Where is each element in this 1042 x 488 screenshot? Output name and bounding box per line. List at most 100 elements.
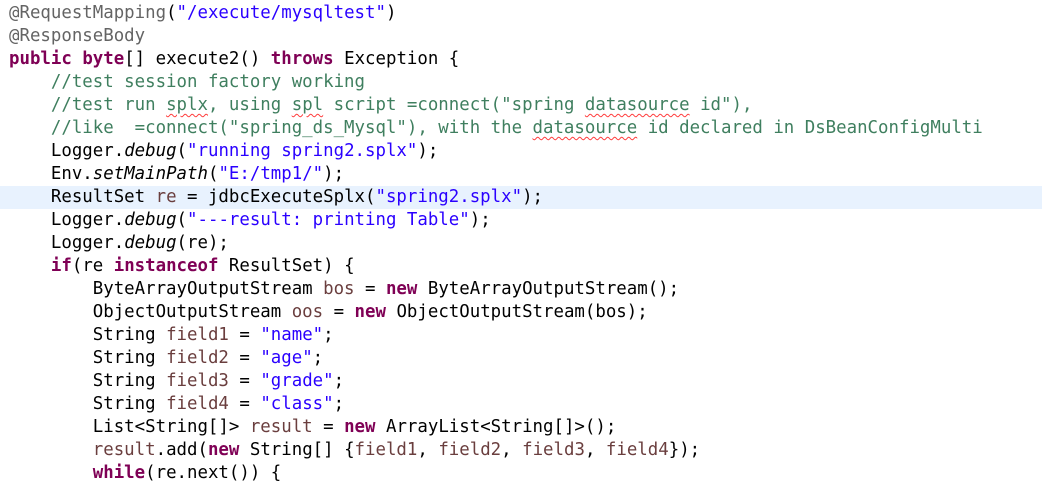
code-token-keyword: byte [82, 49, 125, 69]
code-token-annotation: @ResponseBody [9, 26, 146, 46]
code-token-string: "grade" [260, 371, 334, 391]
code-token-keyword: public [9, 49, 72, 69]
code-token-plain: ); [522, 187, 544, 207]
code-token-plain: List<String[]> [92, 417, 250, 437]
code-token-local: field4 [605, 440, 669, 460]
code-token-plain: Exception { [333, 49, 460, 69]
code-token-plain: (re); [176, 233, 229, 253]
code-line[interactable]: @RequestMapping("/execute/mysqltest") [0, 2, 1042, 25]
code-token-plain: ByteArrayOutputStream [92, 279, 324, 299]
code-token-static: debug [124, 210, 177, 230]
code-token-plain: = [228, 394, 261, 414]
code-token-comment: id"), [689, 95, 753, 115]
code-token-string: "spring2.splx" [375, 187, 523, 207]
code-line[interactable]: Env.setMainPath("E:/tmp1/"); [0, 163, 1042, 186]
code-token-keyword: new [385, 279, 418, 299]
code-line[interactable]: public byte[] execute2() throws Exceptio… [0, 48, 1042, 71]
code-line[interactable]: //like =connect("spring_ds_Mysql"), with… [0, 117, 1042, 140]
code-line[interactable]: String field2 = "age"; [0, 347, 1042, 370]
code-line[interactable]: Logger.debug(re); [0, 232, 1042, 255]
code-token-comment: id declared in DsBeanConfigMulti [637, 118, 983, 138]
code-line[interactable]: Logger.debug("running spring2.splx"); [0, 140, 1042, 163]
code-token-string: "---result: printing Table" [187, 210, 470, 230]
code-token-plain: ArrayList<String[]>(); [375, 417, 617, 437]
code-token-plain: = [228, 348, 261, 368]
code-token-plain: String [92, 325, 167, 345]
code-line[interactable]: String field3 = "grade"; [0, 370, 1042, 393]
code-line[interactable]: ByteArrayOutputStream bos = new ByteArra… [0, 278, 1042, 301]
code-token-comment: //test session factory working [50, 72, 365, 92]
code-line[interactable]: //test session factory working [0, 71, 1042, 94]
code-token-plain: ; [312, 348, 324, 368]
code-token-local: oos [291, 302, 324, 322]
code-token-local: field2 [438, 440, 502, 460]
code-line-current[interactable]: ResultSet re = jdbcExecuteSplx("spring2.… [0, 186, 1042, 209]
code-token-plain: Env. [50, 164, 93, 184]
code-editor[interactable]: @RequestMapping("/execute/mysqltest") @Re… [0, 0, 1042, 488]
code-token-static: debug [124, 141, 177, 161]
code-line[interactable]: @ResponseBody [0, 25, 1042, 48]
code-token-plain: , [501, 440, 523, 460]
code-token-static: debug [124, 233, 177, 253]
code-token-plain: (re.next()) { [145, 463, 282, 483]
code-token-string: "running spring2.splx" [187, 141, 418, 161]
code-token-plain: ObjectOutputStream(bos); [385, 302, 648, 322]
code-line[interactable]: if(re instanceof ResultSet) { [0, 255, 1042, 278]
code-token-annotation: @RequestMapping [9, 3, 167, 23]
code-token-plain: ResultSet) { [218, 256, 355, 276]
code-token-keyword: new [344, 417, 376, 437]
code-token-plain: ); [323, 164, 345, 184]
code-token-plain: = jdbcExecuteSplx( [176, 187, 376, 207]
code-line[interactable]: //test run splx, using spl script =conne… [0, 94, 1042, 117]
code-token-keyword: if [50, 256, 72, 276]
code-token-plain: String[] { [239, 440, 355, 460]
code-line[interactable]: result.add(new String[] {field1, field2,… [0, 439, 1042, 462]
code-line[interactable]: Logger.debug("---result: printing Table"… [0, 209, 1042, 232]
code-token-static: setMainPath [92, 164, 208, 184]
code-token-string: "E:/tmp1/" [218, 164, 324, 184]
code-line[interactable]: String field1 = "name"; [0, 324, 1042, 347]
code-token-keyword: instanceof [113, 256, 219, 276]
code-token-comment: script =connect("spring [323, 95, 585, 115]
code-token-local: bos [323, 279, 355, 299]
code-token-string: "/execute/mysqltest" [176, 3, 386, 23]
code-token-plain: ; [333, 371, 345, 391]
code-token-plain: Logger. [50, 233, 125, 253]
code-token-plain: = [228, 371, 261, 391]
code-token-comment: datasource [584, 95, 690, 115]
code-token-comment: //test run [50, 95, 167, 115]
code-line[interactable]: ObjectOutputStream oos = new ObjectOutpu… [0, 301, 1042, 324]
code-token-plain: = [354, 279, 386, 299]
code-token-plain: }); [668, 440, 701, 460]
code-token-plain: = [323, 302, 355, 322]
code-token-local: field1 [354, 440, 418, 460]
code-token-plain: .add( [155, 440, 208, 460]
code-token-local: field1 [166, 325, 229, 345]
code-token-plain: , [584, 440, 606, 460]
code-token-local: field2 [166, 348, 229, 368]
code-line[interactable]: List<String[]> result = new ArrayList<St… [0, 416, 1042, 439]
code-token-local: result [249, 417, 313, 437]
code-token-plain: ( [176, 141, 188, 161]
code-token-plain: ); [417, 141, 439, 161]
code-token-local: re [155, 187, 177, 207]
code-line[interactable]: while(re.next()) { [0, 462, 1042, 485]
code-token-local: field3 [166, 371, 229, 391]
code-line[interactable]: String field4 = "class"; [0, 393, 1042, 416]
code-token-keyword: new [207, 440, 240, 460]
